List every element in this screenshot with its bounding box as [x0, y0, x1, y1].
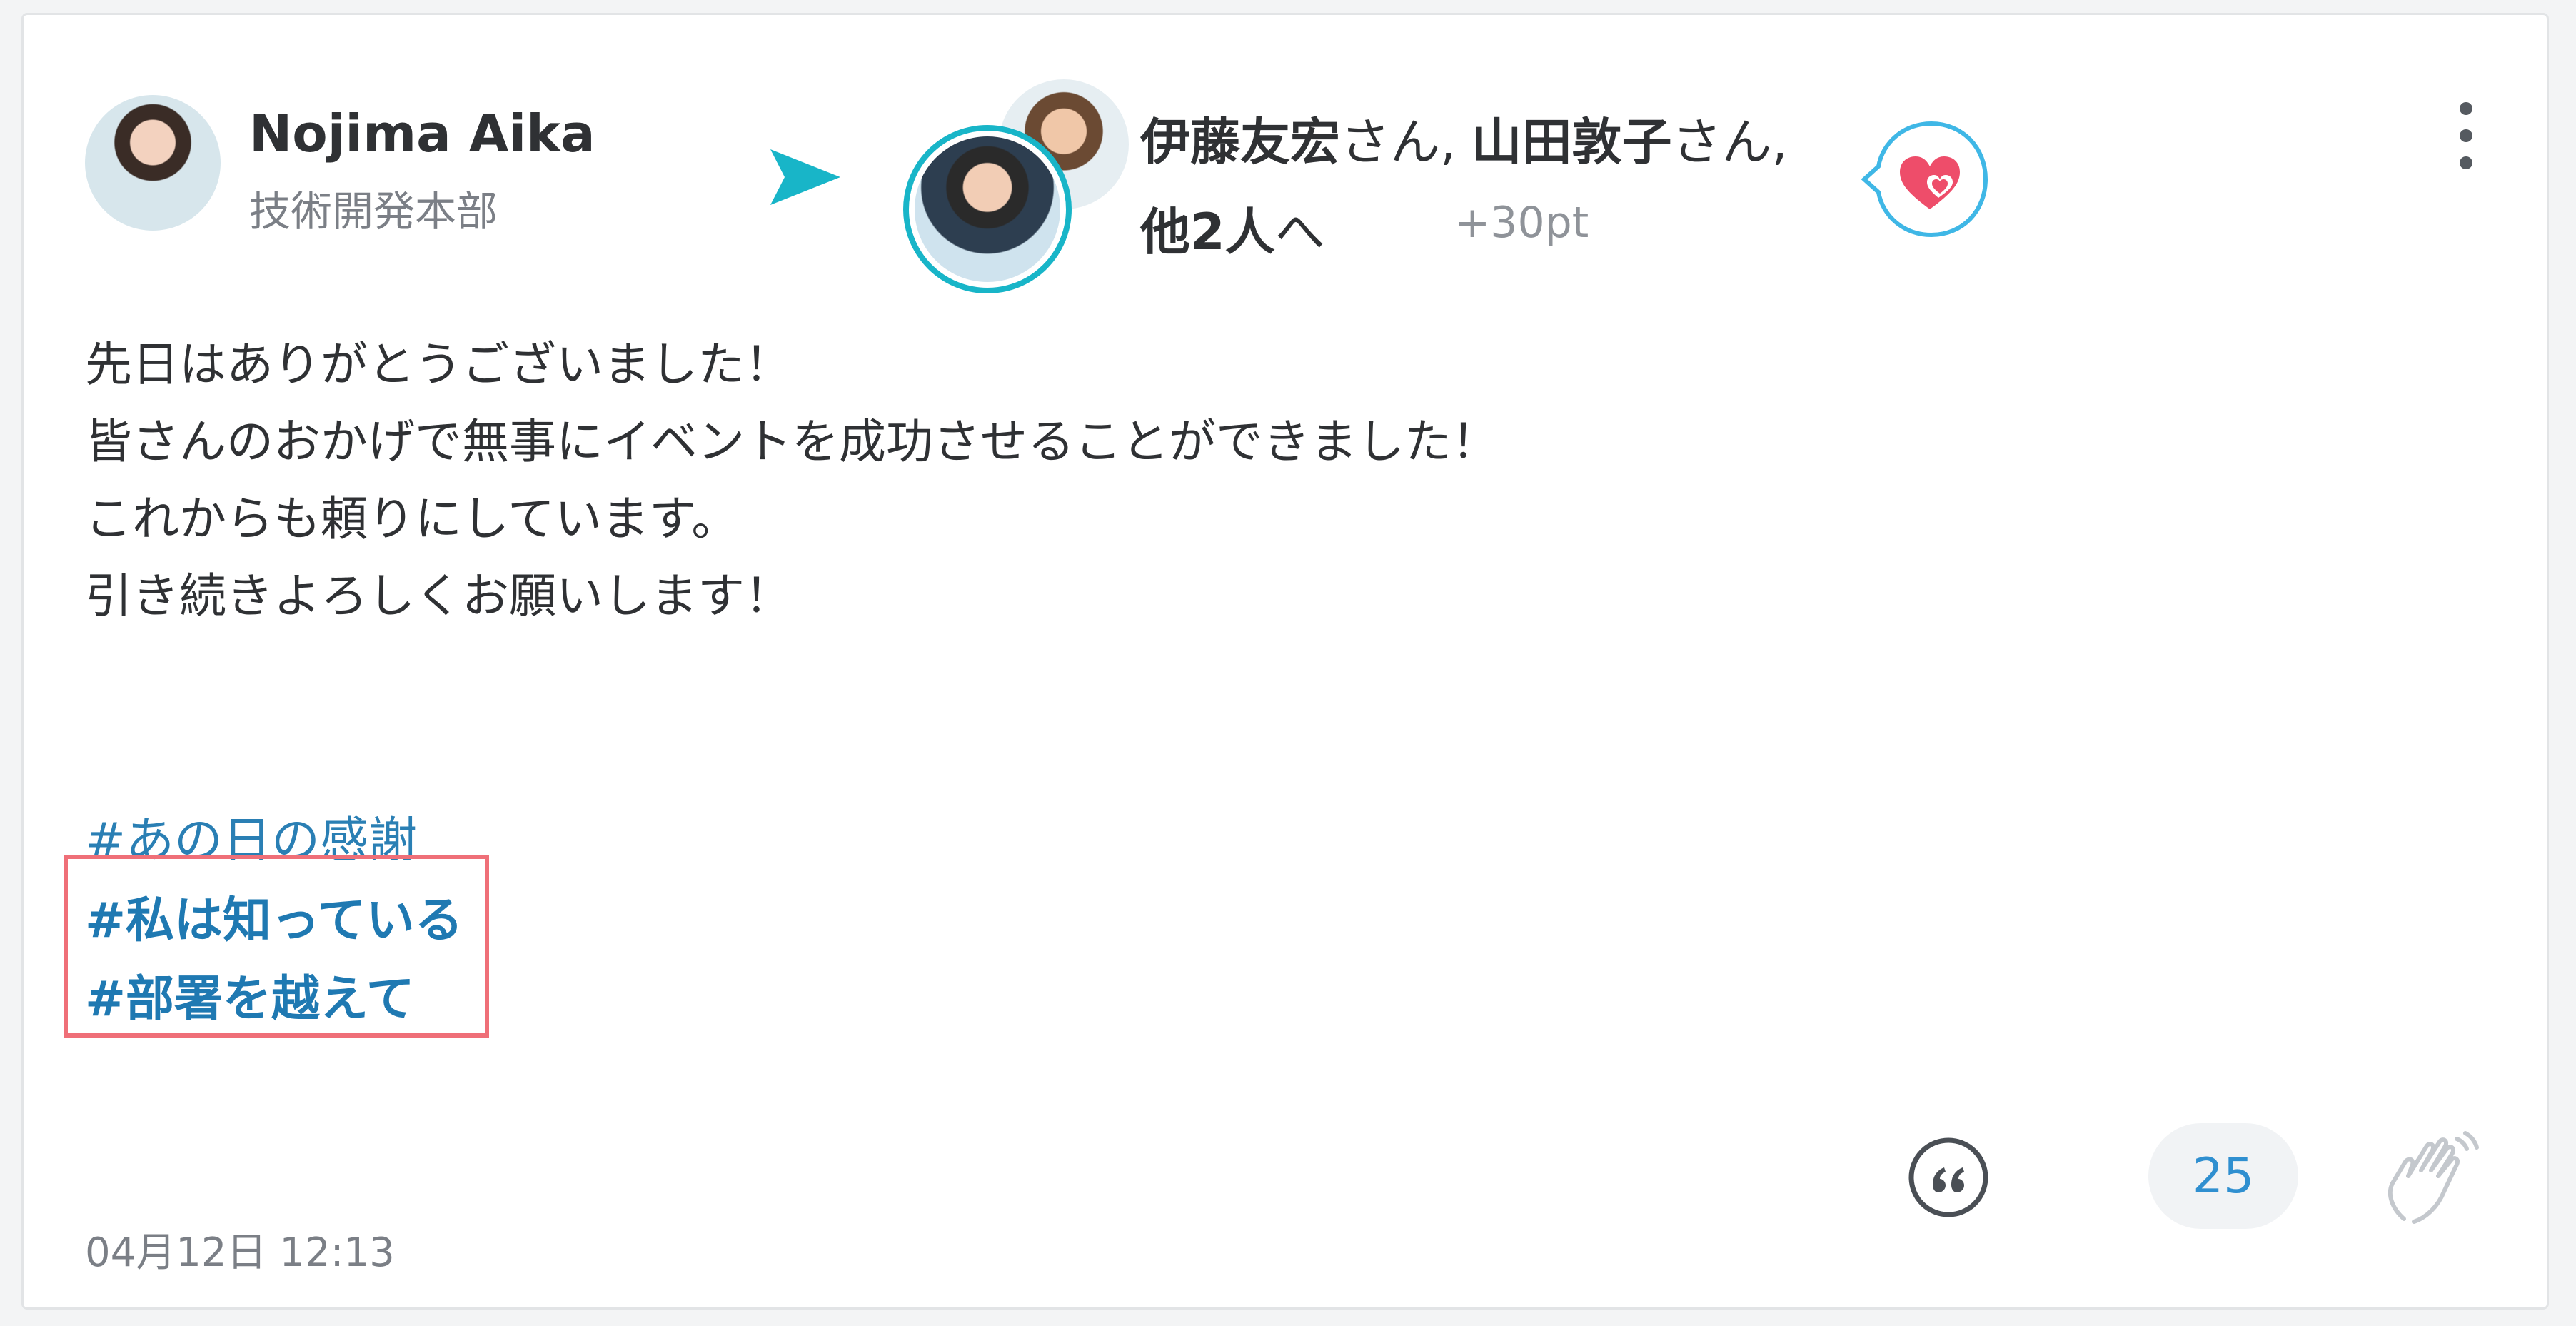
- recipients-line: 伊藤友宏さん, 山田敦子さん,: [1140, 102, 1788, 174]
- message-line: 引き続きよろしくお願いします！: [85, 568, 792, 623]
- clap-count[interactable]: 25: [2148, 1123, 2298, 1229]
- sender-name[interactable]: Nojima Aika: [249, 104, 595, 164]
- recipient-others[interactable]: 他2人: [1140, 203, 1275, 261]
- recipient-honorific-1: さん,: [1340, 113, 1472, 171]
- message-line: これからも頼りにしています。: [85, 491, 739, 546]
- message-line: 皆さんのおかげで無事にイベントを成功させることができました！: [85, 414, 1499, 469]
- sender-avatar[interactable]: [85, 95, 221, 231]
- more-vertical-icon[interactable]: [2444, 94, 2487, 179]
- points-badge: +30pt: [1454, 198, 1589, 248]
- quote-icon[interactable]: [1906, 1135, 1991, 1220]
- highlight-box: [64, 855, 489, 1038]
- recipient-avatar-primary[interactable]: [903, 125, 1072, 293]
- recipient-name-1[interactable]: 伊藤友宏: [1140, 113, 1340, 171]
- recipients-others-line: 他2人へ: [1140, 192, 1325, 264]
- message-line: 先日はありがとうございました！: [85, 337, 792, 392]
- sender-department: 技術開発本部: [249, 187, 498, 236]
- recipient-honorific-2: さん,: [1671, 113, 1788, 171]
- heart-stamp-icon: [1861, 121, 1988, 238]
- post-timestamp: 04月12日 12:13: [85, 1230, 395, 1276]
- message-body: 先日はありがとうございました！ 皆さんのおかげで無事にイベントを成功させることが…: [85, 326, 1499, 635]
- post-card: Nojima Aika 技術開発本部 伊藤友宏さん, 山田敦子さん, 他2人へ …: [21, 13, 2549, 1310]
- recipient-suffix: へ: [1274, 203, 1325, 261]
- clap-icon[interactable]: [2377, 1126, 2484, 1233]
- recipient-name-2[interactable]: 山田敦子: [1472, 113, 1672, 171]
- send-icon: [770, 149, 840, 205]
